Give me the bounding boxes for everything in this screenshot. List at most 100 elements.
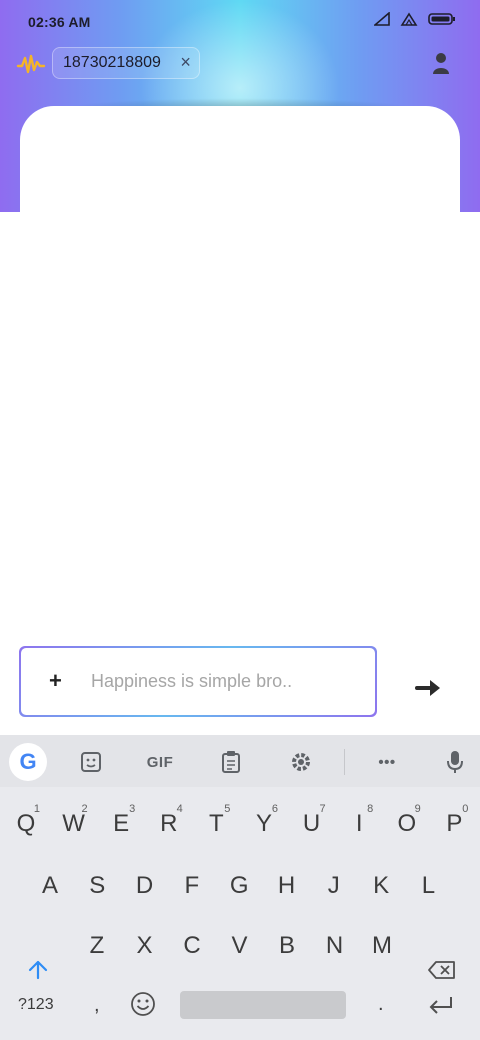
key-x[interactable]: X xyxy=(123,920,167,972)
key-label: H xyxy=(277,872,296,899)
key-label: B xyxy=(278,932,295,959)
key-number-hint: 7 xyxy=(319,803,326,815)
clipboard-icon xyxy=(222,751,240,773)
key-number-hint: 0 xyxy=(462,803,469,815)
key-n[interactable]: N xyxy=(313,920,357,972)
key-label: O xyxy=(397,810,417,837)
message-input-inner: + xyxy=(21,648,375,715)
key-number-hint: 6 xyxy=(271,803,278,815)
shift-arrow-icon xyxy=(28,960,48,980)
key-label: E xyxy=(113,810,130,837)
key-number-hint: 1 xyxy=(33,803,40,815)
space-bar[interactable] xyxy=(180,991,346,1019)
key-label: Q xyxy=(16,810,36,837)
shift-key[interactable] xyxy=(16,944,60,996)
key-label: G xyxy=(229,872,249,899)
key-label: X xyxy=(136,932,153,959)
key-w[interactable]: W2 xyxy=(52,798,96,850)
key-f[interactable]: F xyxy=(170,860,214,912)
key-i[interactable]: I8 xyxy=(337,798,381,850)
key-j[interactable]: J xyxy=(312,860,356,912)
key-label: I xyxy=(355,810,363,837)
key-y[interactable]: Y6 xyxy=(242,798,286,850)
key-t[interactable]: T5 xyxy=(194,798,238,850)
gif-button[interactable]: GIF xyxy=(141,743,179,781)
more-button[interactable]: ••• xyxy=(368,743,406,781)
key-label: Y xyxy=(255,810,272,837)
key-l[interactable]: L xyxy=(406,860,450,912)
backspace-key[interactable] xyxy=(418,944,466,996)
phone-number-chip[interactable]: 18730218809 × xyxy=(52,47,200,79)
key-label: M xyxy=(372,932,392,959)
add-attachment-button[interactable]: + xyxy=(49,668,62,694)
keyboard: G GIF ••• Q1W2E3R4T5Y6U7I8O9P0 ASDFGHJKL… xyxy=(0,735,480,1040)
google-button[interactable]: G xyxy=(9,743,47,781)
gif-label: GIF xyxy=(146,753,174,771)
user-profile-icon[interactable] xyxy=(432,52,450,74)
key-u[interactable]: U7 xyxy=(290,798,334,850)
key-z[interactable]: Z xyxy=(75,920,119,972)
key-m[interactable]: M xyxy=(360,920,404,972)
key-r[interactable]: R4 xyxy=(147,798,191,850)
status-time: 02:36 AM xyxy=(28,14,91,30)
key-s[interactable]: S xyxy=(75,860,119,912)
sticker-button[interactable] xyxy=(72,743,110,781)
key-number-hint: 5 xyxy=(224,803,231,815)
comma-key[interactable]: , xyxy=(94,994,100,1017)
key-h[interactable]: H xyxy=(265,860,309,912)
google-icon: G xyxy=(9,743,47,781)
toolbar-divider xyxy=(344,749,345,775)
key-label: P xyxy=(446,810,463,837)
key-d[interactable]: D xyxy=(123,860,167,912)
enter-icon xyxy=(429,997,452,1014)
status-icons xyxy=(374,12,456,26)
key-label: J xyxy=(327,872,340,899)
key-label: N xyxy=(325,932,344,959)
key-label: V xyxy=(231,932,248,959)
gear-icon xyxy=(292,753,310,771)
key-p[interactable]: P0 xyxy=(432,798,476,850)
key-a[interactable]: A xyxy=(28,860,72,912)
phone-number-text: 18730218809 xyxy=(63,54,161,71)
key-number-hint: 9 xyxy=(414,803,421,815)
key-o[interactable]: O9 xyxy=(385,798,429,850)
enter-key[interactable] xyxy=(428,995,456,1017)
key-v[interactable]: V xyxy=(218,920,262,972)
keyboard-toolbar: G GIF ••• xyxy=(0,735,480,787)
key-b[interactable]: B xyxy=(265,920,309,972)
close-icon[interactable]: × xyxy=(180,53,191,71)
key-e[interactable]: E3 xyxy=(99,798,143,850)
key-k[interactable]: K xyxy=(359,860,403,912)
key-number-hint: 8 xyxy=(367,803,374,815)
signal-icon xyxy=(374,12,390,26)
key-label: T xyxy=(209,810,224,837)
settings-button[interactable] xyxy=(282,743,320,781)
backspace-icon xyxy=(428,961,455,979)
message-input-box: + xyxy=(19,646,377,717)
status-bar: 02:36 AM xyxy=(0,0,480,44)
key-number-hint: 3 xyxy=(129,803,136,815)
key-label: U xyxy=(302,810,321,837)
symbols-key[interactable]: ?123 xyxy=(18,996,54,1014)
message-input[interactable] xyxy=(89,670,363,693)
key-c[interactable]: C xyxy=(170,920,214,972)
content-card xyxy=(20,106,460,666)
key-label: S xyxy=(89,872,106,899)
key-g[interactable]: G xyxy=(217,860,261,912)
key-number-hint: 4 xyxy=(176,803,183,815)
period-key[interactable]: . xyxy=(378,993,384,1016)
wifi-icon xyxy=(400,12,418,26)
app-logo-icon[interactable] xyxy=(16,52,46,76)
voice-input-button[interactable] xyxy=(436,743,474,781)
key-label: C xyxy=(183,932,201,959)
key-label: D xyxy=(135,872,154,899)
emoji-key[interactable] xyxy=(130,991,160,1021)
battery-icon xyxy=(428,13,455,25)
emoji-icon xyxy=(131,992,155,1016)
microphone-icon xyxy=(447,751,463,773)
clipboard-button[interactable] xyxy=(212,743,250,781)
key-label: R xyxy=(160,810,178,837)
top-bar: 18730218809 × xyxy=(0,44,480,84)
send-arrow-icon[interactable] xyxy=(414,674,444,702)
key-q[interactable]: Q1 xyxy=(4,798,48,850)
